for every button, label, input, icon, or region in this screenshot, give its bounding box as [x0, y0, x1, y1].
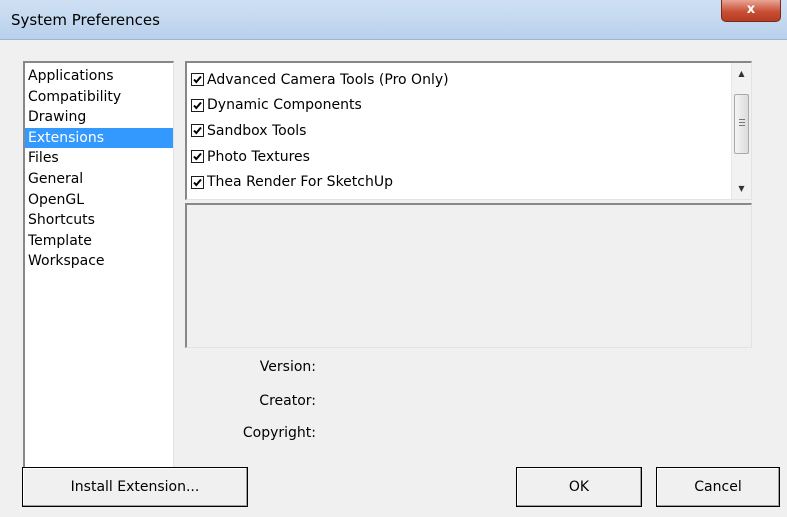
extension-item[interactable]: Photo Textures — [191, 144, 449, 170]
category-item-drawing[interactable]: Drawing — [25, 107, 173, 128]
extension-list-scrollbar[interactable]: ▲ ▼ — [731, 63, 751, 199]
install-extension-button[interactable]: Install Extension... — [22, 467, 248, 507]
category-item-general[interactable]: General — [25, 169, 173, 190]
extension-checkbox[interactable] — [191, 175, 204, 189]
ok-button[interactable]: OK — [516, 467, 642, 507]
category-list[interactable]: Applications Compatibility Drawing Extensio… — [23, 61, 174, 481]
extension-item[interactable]: Dynamic Components — [191, 93, 449, 119]
scroll-down-arrow-icon[interactable]: ▼ — [732, 180, 751, 197]
close-icon: x — [746, 2, 756, 17]
creator-label: Creator: — [259, 393, 316, 409]
extension-label: Photo Textures — [207, 148, 310, 165]
version-label: Version: — [259, 359, 316, 375]
checkmark-icon — [193, 152, 202, 161]
checkmark-icon — [193, 76, 202, 84]
extension-label: Sandbox Tools — [207, 122, 307, 139]
category-item-applications[interactable]: Applications — [25, 66, 173, 87]
extension-label: Advanced Camera Tools (Pro Only) — [207, 71, 449, 88]
extension-label: Thea Render For SketchUp — [207, 174, 393, 191]
window-title: System Preferences — [11, 11, 160, 29]
extension-list[interactable]: Advanced Camera Tools (Pro Only) Dynamic … — [185, 61, 752, 200]
extension-checkbox[interactable] — [191, 150, 204, 164]
category-item-files[interactable]: Files — [25, 148, 173, 169]
extension-checkbox[interactable] — [191, 124, 204, 138]
cancel-button[interactable]: Cancel — [656, 467, 780, 507]
extension-checkbox[interactable] — [191, 98, 204, 112]
category-item-workspace[interactable]: Workspace — [25, 251, 173, 272]
extension-item[interactable]: Sandbox Tools — [191, 118, 449, 144]
extension-checkbox[interactable] — [191, 73, 204, 87]
category-item-opengl[interactable]: OpenGL — [25, 190, 173, 211]
checkmark-icon — [193, 127, 202, 135]
extension-label: Dynamic Components — [207, 97, 362, 114]
scrollbar-grip-icon — [739, 119, 745, 128]
close-button[interactable]: x — [721, 0, 781, 22]
category-item-template[interactable]: Template — [25, 231, 173, 252]
category-item-shortcuts[interactable]: Shortcuts — [25, 210, 173, 231]
copyright-label: Copyright: — [242, 425, 316, 441]
scrollbar-thumb[interactable] — [734, 94, 749, 154]
extension-item[interactable]: Advanced Camera Tools (Pro Only) — [191, 67, 449, 93]
category-item-compatibility[interactable]: Compatibility — [25, 87, 173, 108]
extension-description-box — [185, 203, 752, 348]
title-bar[interactable]: System Preferences x — [0, 0, 787, 40]
checkmark-icon — [193, 178, 202, 187]
extension-item[interactable]: Thea Render For SketchUp — [191, 169, 449, 195]
scroll-up-arrow-icon[interactable]: ▲ — [732, 65, 751, 82]
system-preferences-dialog: System Preferences x Applications Compati… — [0, 0, 787, 517]
category-item-extensions[interactable]: Extensions — [25, 127, 173, 149]
checkmark-icon — [193, 101, 202, 110]
